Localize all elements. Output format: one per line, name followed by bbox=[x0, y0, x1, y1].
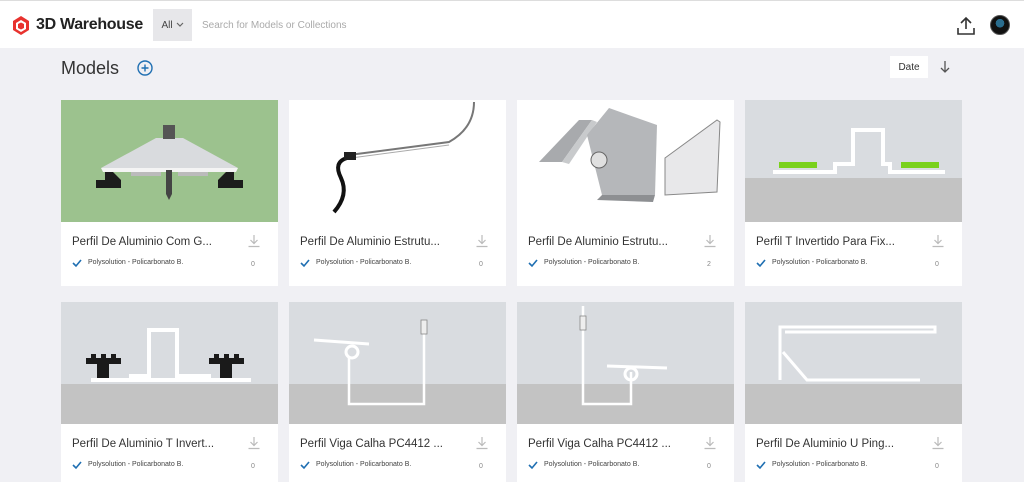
model-card[interactable]: Perfil De Aluminio T Invert... Polysolut… bbox=[61, 302, 278, 482]
model-card[interactable]: Perfil De Aluminio Com G... Polysolution… bbox=[61, 100, 278, 286]
model-card[interactable]: Perfil De Aluminio U Ping... Polysolutio… bbox=[745, 302, 962, 482]
logo[interactable]: 3D Warehouse bbox=[10, 13, 143, 37]
model-thumbnail bbox=[745, 100, 962, 222]
check-icon bbox=[72, 461, 82, 470]
add-model-icon[interactable] bbox=[137, 60, 153, 76]
download-count: 0 bbox=[707, 463, 711, 470]
model-owner[interactable]: Polysolution - Policarbonato B. bbox=[316, 461, 411, 468]
check-icon bbox=[756, 259, 766, 268]
check-icon bbox=[300, 259, 310, 268]
app-name: 3D Warehouse bbox=[36, 16, 143, 33]
download-count: 0 bbox=[479, 261, 483, 268]
model-card[interactable]: Perfil Viga Calha PC4412 ... Polysolutio… bbox=[517, 302, 734, 482]
model-title[interactable]: Perfil Viga Calha PC4412 ... bbox=[528, 438, 698, 450]
download-icon[interactable] bbox=[475, 436, 489, 450]
model-title[interactable]: Perfil De Aluminio Estrutu... bbox=[528, 236, 698, 248]
download-count: 0 bbox=[935, 463, 939, 470]
download-icon[interactable] bbox=[703, 436, 717, 450]
model-thumbnail bbox=[61, 100, 278, 222]
arrow-down-icon[interactable] bbox=[938, 59, 952, 75]
model-owner[interactable]: Polysolution - Policarbonato B. bbox=[544, 259, 639, 266]
model-card[interactable]: Perfil De Aluminio Estrutu... Polysoluti… bbox=[289, 100, 506, 286]
search-input[interactable] bbox=[192, 9, 950, 41]
search-bar: All bbox=[153, 9, 950, 41]
warehouse-logo-icon bbox=[13, 16, 29, 35]
download-icon[interactable] bbox=[703, 234, 717, 248]
model-card[interactable]: Perfil De Aluminio Estrutu... Polysoluti… bbox=[517, 100, 734, 286]
sort-button[interactable]: Date bbox=[890, 56, 928, 78]
download-count: 0 bbox=[935, 261, 939, 268]
download-count: 0 bbox=[251, 261, 255, 268]
model-owner[interactable]: Polysolution - Policarbonato B. bbox=[544, 461, 639, 468]
model-owner[interactable]: Polysolution - Policarbonato B. bbox=[772, 461, 867, 468]
model-thumbnail bbox=[289, 302, 506, 424]
download-count: 2 bbox=[707, 261, 711, 268]
upload-icon[interactable] bbox=[955, 15, 977, 37]
model-title[interactable]: Perfil De Aluminio U Ping... bbox=[756, 438, 926, 450]
model-thumbnail bbox=[289, 100, 506, 222]
search-filter-label: All bbox=[161, 19, 173, 31]
model-thumbnail bbox=[61, 302, 278, 424]
download-icon[interactable] bbox=[931, 234, 945, 248]
model-title[interactable]: Perfil T Invertido Para Fix... bbox=[756, 236, 926, 248]
model-title[interactable]: Perfil Viga Calha PC4412 ... bbox=[300, 438, 470, 450]
download-count: 0 bbox=[251, 463, 255, 470]
model-owner[interactable]: Polysolution - Policarbonato B. bbox=[88, 461, 183, 468]
model-title[interactable]: Perfil De Aluminio T Invert... bbox=[72, 438, 242, 450]
check-icon bbox=[528, 259, 538, 268]
check-icon bbox=[756, 461, 766, 470]
model-card[interactable]: Perfil T Invertido Para Fix... Polysolut… bbox=[745, 100, 962, 286]
model-thumbnail bbox=[517, 302, 734, 424]
download-icon[interactable] bbox=[931, 436, 945, 450]
model-thumbnail bbox=[517, 100, 734, 222]
model-title[interactable]: Perfil De Aluminio Com G... bbox=[72, 236, 242, 248]
check-icon bbox=[300, 461, 310, 470]
chevron-down-icon bbox=[176, 22, 183, 27]
model-owner[interactable]: Polysolution - Policarbonato B. bbox=[316, 259, 411, 266]
page-title: Models bbox=[61, 58, 120, 78]
check-icon bbox=[72, 259, 82, 268]
check-icon bbox=[528, 461, 538, 470]
download-count: 0 bbox=[479, 463, 483, 470]
user-avatar[interactable] bbox=[990, 15, 1010, 35]
model-card[interactable]: Perfil Viga Calha PC4412 ... Polysolutio… bbox=[289, 302, 506, 482]
download-icon[interactable] bbox=[475, 234, 489, 248]
model-owner[interactable]: Polysolution - Policarbonato B. bbox=[772, 259, 867, 266]
model-title[interactable]: Perfil De Aluminio Estrutu... bbox=[300, 236, 470, 248]
top-bar: 3D Warehouse All bbox=[0, 0, 1024, 48]
model-owner[interactable]: Polysolution - Policarbonato B. bbox=[88, 259, 183, 266]
download-icon[interactable] bbox=[247, 436, 261, 450]
model-thumbnail bbox=[745, 302, 962, 424]
download-icon[interactable] bbox=[247, 234, 261, 248]
search-filter-dropdown[interactable]: All bbox=[153, 9, 192, 41]
